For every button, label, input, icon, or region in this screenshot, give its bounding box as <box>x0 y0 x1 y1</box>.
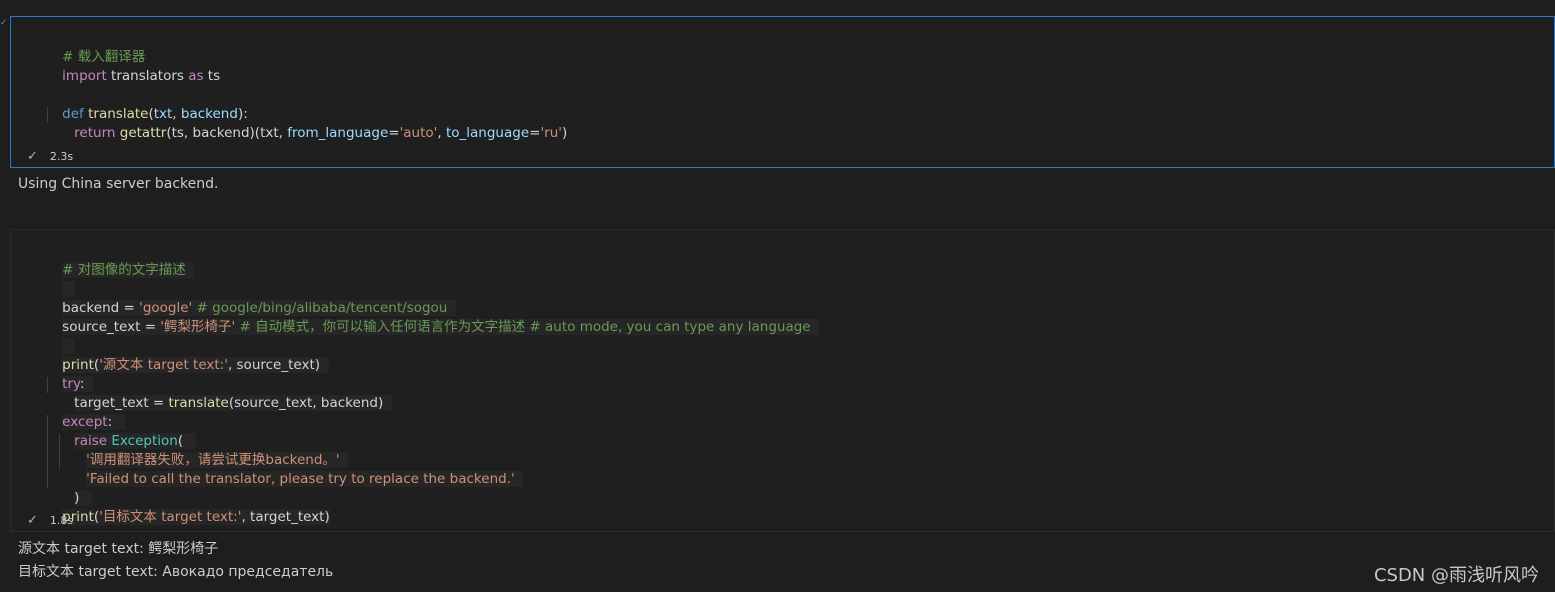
execution-time: 1.8s <box>49 514 74 527</box>
string: '源文本 target text:' <box>99 357 228 373</box>
code-line: source_text = '鳄梨形椅子' # 自动模式，你可以输入任何语言作为… <box>45 299 820 335</box>
kwarg: to_language <box>445 125 530 141</box>
check-icon: ✓ <box>27 149 38 164</box>
code-line: '调用翻译器失败，请尝试更换backend。' <box>69 432 349 468</box>
cell-output-line: 源文本 target text: 鳄梨形椅子 <box>18 541 219 557</box>
cell-output-line: 目标文本 target text: Авокадо председатель <box>18 564 334 580</box>
code-line <box>45 261 76 297</box>
code-line: ) <box>57 470 93 506</box>
indent-guide <box>47 377 48 393</box>
code-line: print('目标文本 target text:', target_text) <box>45 489 330 525</box>
kwarg: from_language <box>287 125 389 141</box>
comma: , <box>437 125 446 141</box>
string: 'Failed to call the translator, please t… <box>86 471 515 487</box>
code-line: # 载入翻译器 <box>45 29 145 65</box>
code-line: return getattr(ts, backend)(txt, from_la… <box>57 105 567 141</box>
execution-time: 2.3s <box>49 150 74 163</box>
code-line: backend = 'google' # google/bing/alibaba… <box>45 280 456 316</box>
code-comment: # 对图像的文字描述 <box>62 262 186 278</box>
module-name: translators <box>106 68 189 84</box>
function-call: getattr <box>119 125 167 141</box>
args: , source_text) <box>227 357 321 373</box>
collapse-chevron-icon[interactable]: ✓ <box>0 18 8 28</box>
string: '鳄梨形椅子' <box>160 319 236 335</box>
string: 'ru' <box>540 125 562 141</box>
string: '目标文本 target text:' <box>99 509 242 525</box>
indent-guide <box>47 107 48 123</box>
string: 'auto' <box>399 125 438 141</box>
cell-output: Using China server backend. <box>18 176 219 192</box>
args: , target_text) <box>241 509 330 525</box>
code-line: def translate(txt, backend): <box>45 86 248 122</box>
equals: = <box>529 125 541 141</box>
code-line: try: <box>45 356 94 392</box>
code-line: import translators as ts <box>45 48 220 84</box>
code-line: except: <box>45 394 126 430</box>
code-line <box>45 318 76 354</box>
cell-status: ✓ 2.3s <box>27 149 73 165</box>
code-line: raise Exception( <box>57 413 196 449</box>
code-line: # 对图像的文字描述 <box>45 242 195 278</box>
cell-status: ✓ 1.8s <box>27 513 73 529</box>
args: (ts, backend)(txt, <box>166 125 288 141</box>
args: (source_text, backend) <box>228 395 384 411</box>
paren: ) <box>561 125 568 141</box>
code-comment: # 自动模式，你可以输入任何语言作为文字描述 # auto mode, you … <box>235 319 811 335</box>
indent-guide <box>47 415 48 488</box>
code-cell-2[interactable]: # 对图像的文字描述 backend = 'google' # google/b… <box>10 229 1555 532</box>
watermark: CSDN @雨浅听风吟 <box>1373 565 1539 586</box>
keyword-import: import <box>62 68 107 84</box>
code-line: print('源文本 target text:', source_text) <box>45 337 329 373</box>
code-cell-1[interactable]: # 载入翻译器 import translators as ts def tra… <box>10 16 1555 168</box>
variable: source_text = <box>62 319 161 335</box>
equals: = <box>388 125 400 141</box>
keyword-return: return <box>74 125 116 141</box>
keyword-as: as <box>188 68 204 84</box>
code-line: 'Failed to call the translator, please t… <box>69 451 524 487</box>
check-icon: ✓ <box>27 513 38 528</box>
function-call: translate <box>168 395 229 411</box>
module-alias: ts <box>203 68 221 84</box>
code-line: target_text = translate(source_text, bac… <box>57 375 392 411</box>
